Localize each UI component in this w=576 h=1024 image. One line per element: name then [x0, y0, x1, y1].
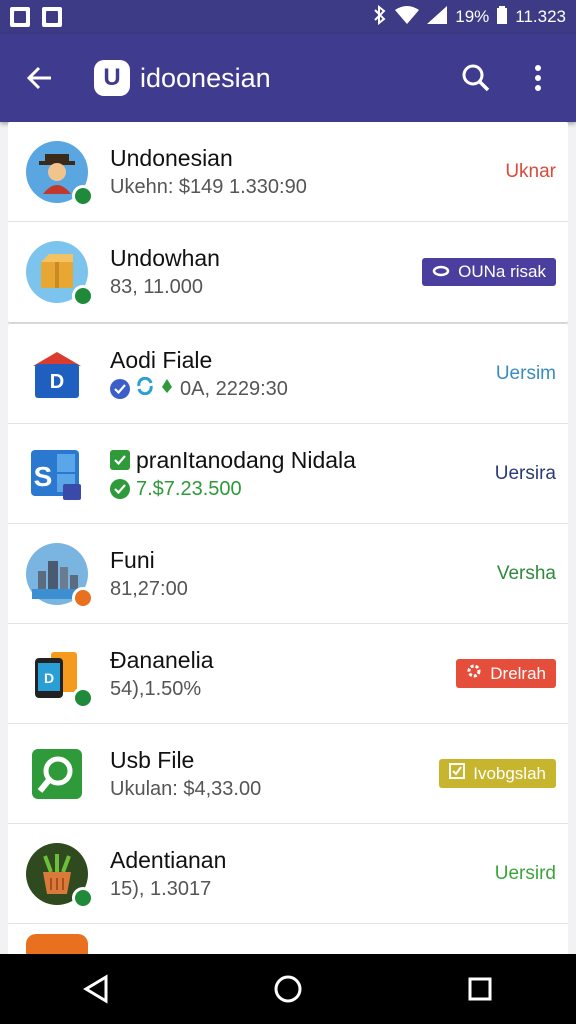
wifi-icon [395, 5, 420, 29]
item-action-badge[interactable]: Drelrah [456, 659, 556, 688]
s-app-icon: S [26, 442, 88, 505]
item-subtitle: 83, 11.000 [110, 276, 204, 298]
check-circle-icon [110, 478, 130, 499]
item-action-badge[interactable]: Ivobgslah [439, 759, 556, 788]
notification-icon [42, 7, 62, 27]
svg-text:S: S [34, 461, 53, 492]
check-badge-icon [110, 378, 130, 399]
item-action-button[interactable]: Uknar [505, 161, 556, 183]
badge-label: OUNa risak [458, 262, 546, 281]
signal-icon [427, 5, 448, 29]
list-item[interactable]: Undonesian Ukehn: $149 1.330:90 Uknar [8, 122, 568, 222]
item-action-button[interactable]: Uersird [495, 863, 556, 885]
item-subtitle: Ukulan: $4,33.00 [110, 777, 262, 800]
status-dot [72, 184, 94, 207]
nav-home-button[interactable] [264, 965, 312, 1013]
sync-icon [136, 375, 154, 403]
page-title: idoonesian [140, 62, 271, 93]
list-item[interactable]: S pranItanodang Nidala 7.$7.23.500 Uersi… [8, 424, 568, 524]
item-list: Undonesian Ukehn: $149 1.330:90 Uknar Un… [8, 122, 568, 954]
leaf-icon [160, 375, 174, 403]
search-button[interactable] [458, 60, 494, 96]
more-vert-icon [535, 65, 541, 91]
battery-text: 19% [455, 7, 490, 26]
item-title: Usb File [110, 746, 195, 773]
battery-icon [497, 5, 508, 29]
status-dot [72, 686, 94, 709]
gear-icon [466, 663, 482, 684]
status-dot [72, 886, 94, 909]
item-title: Undonesian [110, 144, 233, 171]
item-subtitle: 54),1.50% [110, 677, 202, 700]
list-item[interactable]: D Aodi Fiale 0A, 2229:30 Uersim [8, 324, 568, 424]
partial-avatar [26, 933, 88, 954]
check-box-icon [110, 449, 130, 470]
bluetooth-icon [373, 4, 387, 30]
item-subtitle: 7.$7.23.500 [136, 477, 242, 500]
notification-icon [10, 7, 30, 27]
check-box-icon [449, 763, 466, 784]
app-logo: U [94, 60, 130, 96]
list-item[interactable] [8, 924, 568, 954]
item-title: Funi [110, 546, 155, 573]
item-action-button[interactable]: Uersira [495, 463, 556, 485]
list-item[interactable]: D Ðananelia 54),1.50% Drelrah [8, 624, 568, 724]
item-title: Ðananelia [110, 646, 214, 673]
svg-text:D: D [50, 371, 64, 393]
system-nav-bar [0, 954, 576, 1024]
item-title: Adentianan [110, 846, 227, 873]
item-title: pranItanodang Nidala [136, 446, 356, 473]
item-title: Undowhan [110, 245, 220, 271]
item-action-button[interactable]: Uersim [496, 363, 556, 385]
status-bar: 19% 11.323 [0, 0, 576, 34]
search-app-icon [26, 742, 88, 805]
nav-recents-button[interactable] [456, 965, 504, 1013]
arrow-left-icon [26, 66, 51, 90]
item-subtitle: 81,27:00 [110, 577, 188, 600]
item-subtitle: Ukehn: $149 1.330:90 [110, 175, 307, 198]
square-recents-icon [468, 977, 492, 1001]
more-options-button[interactable] [520, 60, 556, 96]
circle-home-icon [274, 975, 302, 1003]
status-dot [72, 285, 94, 307]
search-icon [462, 64, 490, 92]
status-dot [72, 586, 94, 609]
svg-text:D: D [44, 670, 54, 686]
item-action-badge[interactable]: OUNa risak [422, 258, 556, 286]
link-icon [432, 262, 450, 282]
badge-label: Drelrah [490, 663, 546, 683]
nav-back-button[interactable] [72, 965, 120, 1013]
clock: 11.323 [515, 7, 566, 26]
list-item[interactable]: Usb File Ukulan: $4,33.00 Ivobgslah [8, 724, 568, 824]
list-item[interactable]: Undowhan 83, 11.000 OUNa risak [8, 222, 568, 322]
triangle-back-icon [83, 974, 108, 1004]
item-subtitle: 15), 1.3017 [110, 877, 212, 900]
house-app-icon: D [26, 342, 88, 405]
list-item[interactable]: Funi 81,27:00 Versha [8, 524, 568, 624]
item-subtitle: 0A, 2229:30 [180, 377, 288, 400]
list-item[interactable]: Adentianan 15), 1.3017 Uersird [8, 824, 568, 924]
app-bar: U idoonesian [0, 34, 576, 122]
back-button[interactable] [20, 58, 60, 98]
item-title: Aodi Fiale [110, 346, 213, 373]
badge-label: Ivobgslah [473, 763, 546, 783]
item-action-button[interactable]: Versha [497, 563, 556, 585]
